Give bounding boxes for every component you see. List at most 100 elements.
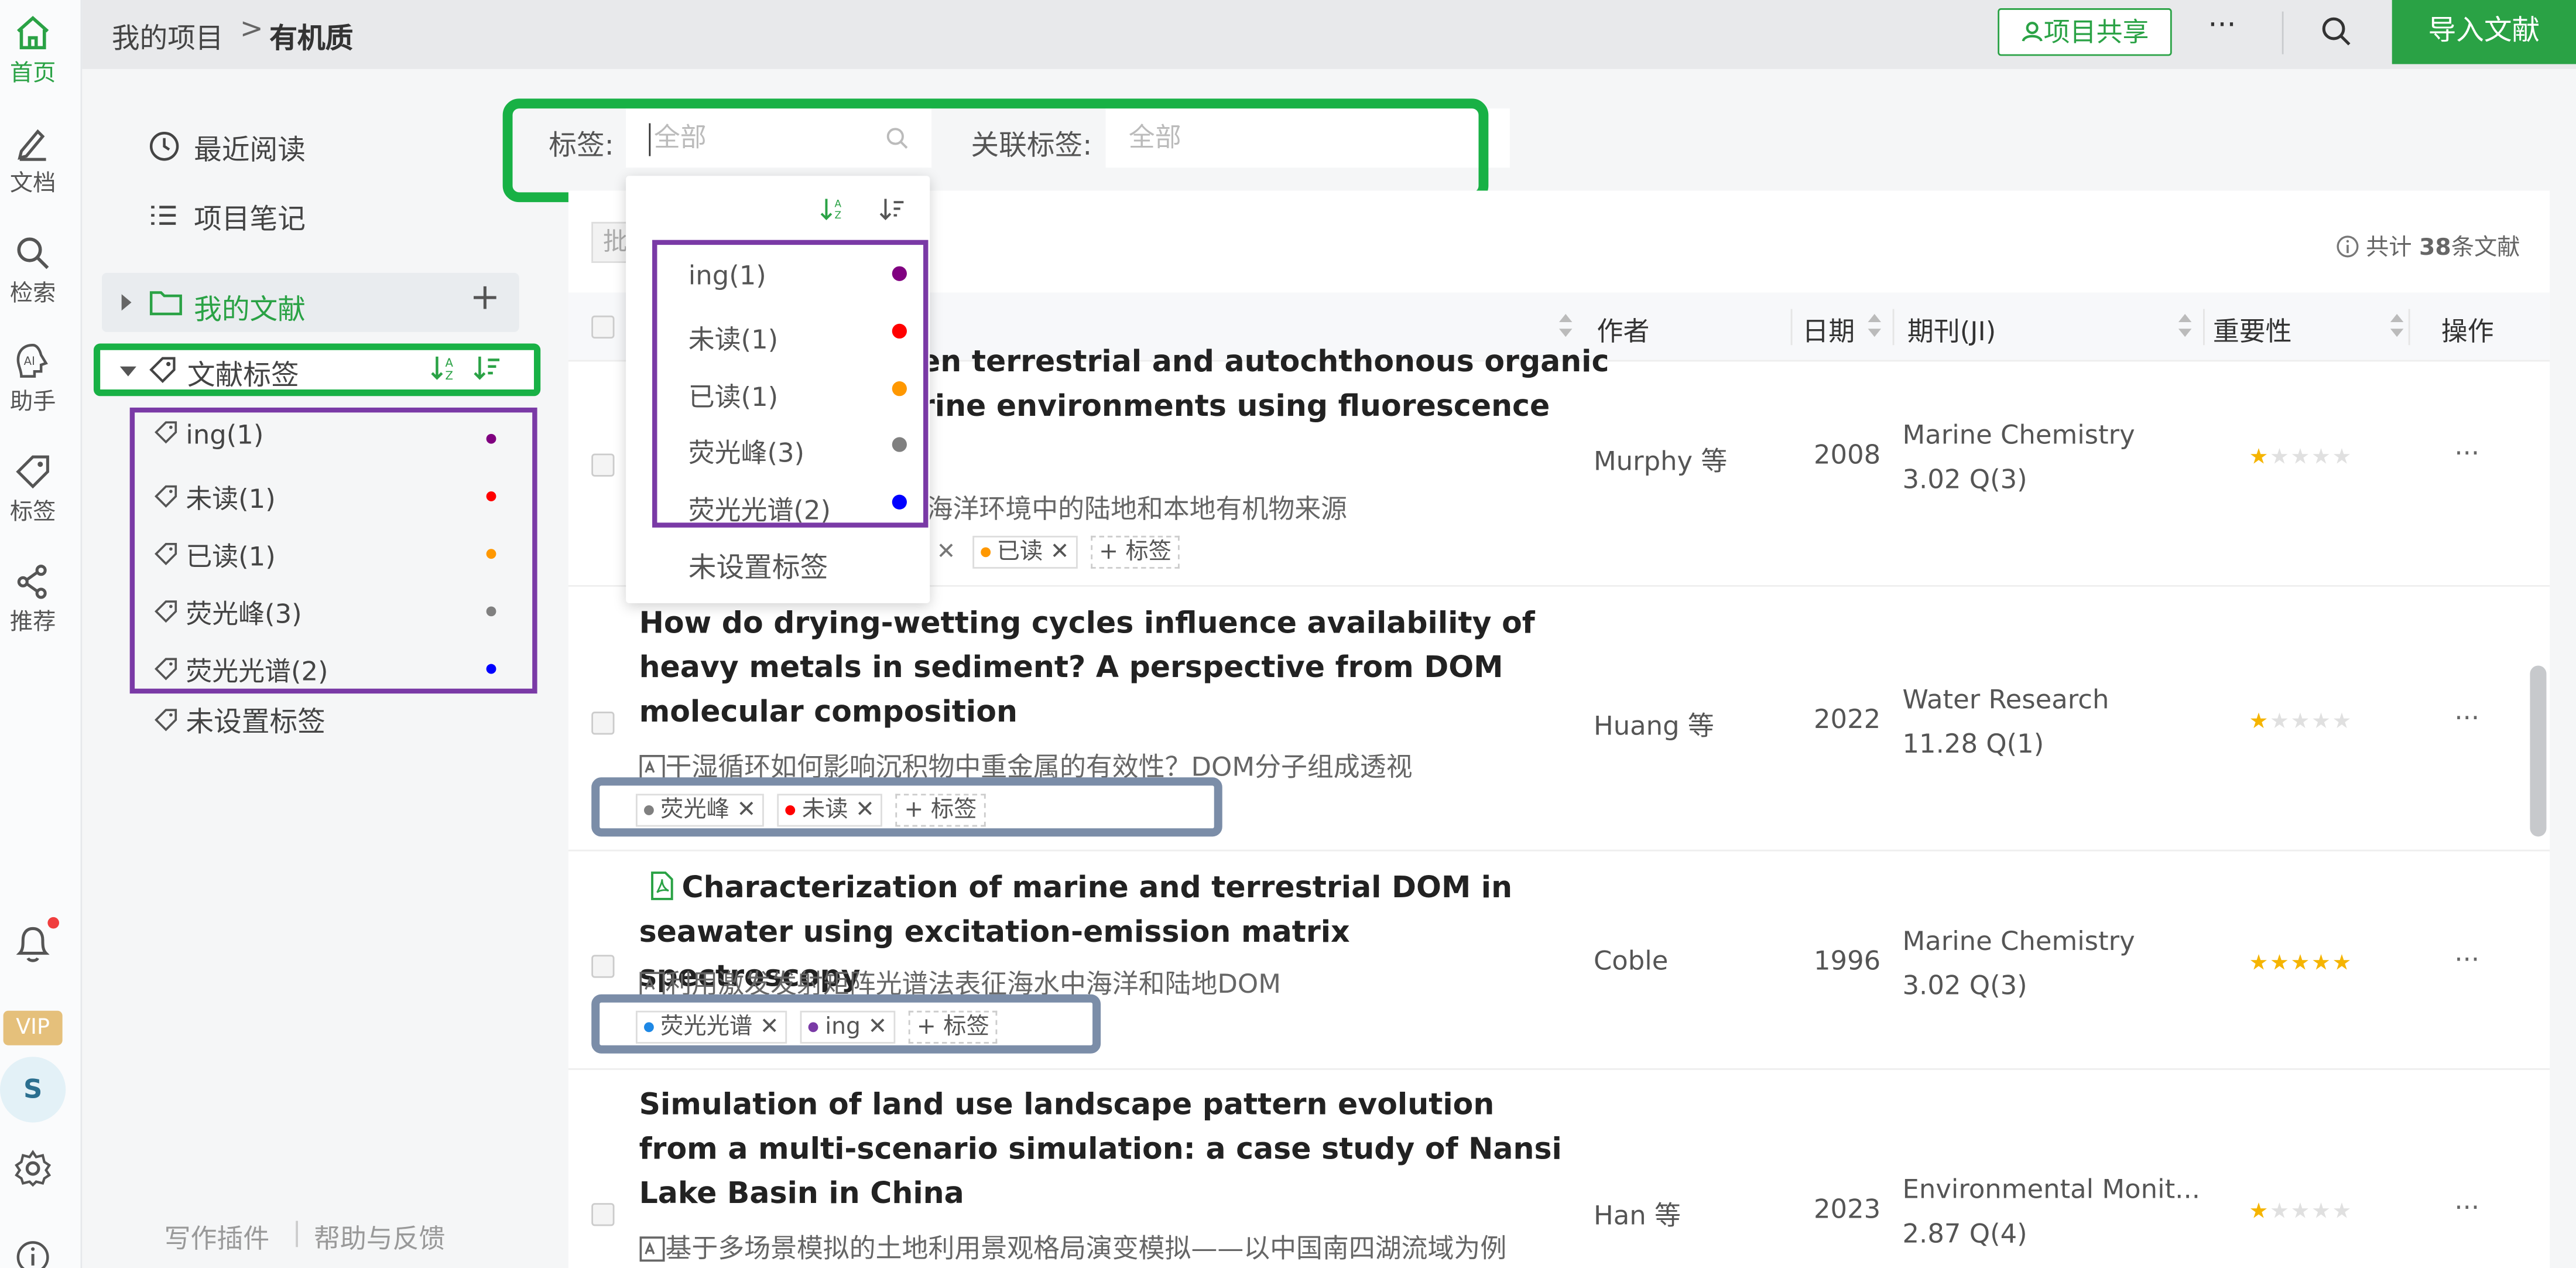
sidebar-tag-item[interactable]: 荧光光谱(2)	[155, 649, 328, 688]
star-icon[interactable]: ★	[2249, 710, 2270, 734]
tag-chip[interactable]: 荧光峰 ✕	[635, 794, 765, 827]
dropdown-tag-option[interactable]: 未读(1)	[688, 317, 778, 357]
star-icon[interactable]: ★	[2332, 952, 2354, 976]
sidebar-tag-item[interactable]: 未读(1)	[155, 477, 276, 516]
dropdown-tag-option[interactable]: ing(1)	[688, 259, 766, 290]
tag-chip[interactable]: 已读 ✕	[972, 535, 1078, 569]
star-icon[interactable]: ★	[2332, 1199, 2354, 1224]
table-row[interactable]: Characterization of marine and terrestri…	[568, 853, 2550, 1070]
column-journal[interactable]: 期刊(JI)	[1907, 309, 1996, 348]
tag-chip[interactable]: ing ✕	[800, 1010, 896, 1044]
add-folder-button[interactable]: +	[470, 278, 501, 319]
importance-stars[interactable]: ★★★★★	[2249, 445, 2354, 470]
row-journal[interactable]: Water Research 11.28 Q(1)	[1902, 677, 2109, 766]
rail-docs[interactable]: 文档	[0, 123, 66, 199]
star-icon[interactable]: ★	[2270, 1199, 2291, 1224]
rail-recommend[interactable]: 推荐	[0, 562, 66, 638]
star-icon[interactable]: ★	[2311, 710, 2332, 734]
add-tag-button[interactable]: + 标签	[896, 794, 985, 827]
sort-icon[interactable]	[2177, 309, 2193, 342]
remove-tag-icon[interactable]: ✕	[936, 539, 955, 565]
sort-icon[interactable]	[1557, 309, 1574, 342]
add-tag-button[interactable]: + 标签	[1091, 535, 1180, 569]
rail-tags[interactable]: 标签	[0, 452, 66, 528]
rail-search[interactable]: 检索	[0, 233, 66, 309]
row-more-button[interactable]: ···	[2454, 1191, 2479, 1222]
dropdown-untagged-option[interactable]: 未设置标签	[688, 544, 828, 585]
star-icon[interactable]: ★	[2332, 710, 2354, 734]
sort-list-icon[interactable]	[471, 353, 501, 383]
tag-chip[interactable]: 荧光光谱 ✕	[635, 1010, 787, 1044]
more-button[interactable]: ···	[2208, 8, 2236, 43]
column-divider	[2408, 309, 2410, 346]
star-icon[interactable]: ★	[2311, 1199, 2332, 1224]
sidebar-project-notes[interactable]: 项目笔记	[148, 196, 306, 237]
scrollbar-thumb[interactable]	[2530, 665, 2547, 837]
row-checkbox[interactable]	[591, 955, 615, 978]
rail-home[interactable]: 首页	[0, 13, 66, 88]
sidebar-tag-item[interactable]: 荧光峰(3)	[155, 592, 302, 631]
sort-list-icon[interactable]	[879, 196, 905, 222]
sidebar-recent-reading[interactable]: 最近阅读	[148, 127, 306, 168]
table-row[interactable]: How do drying-wetting cycles influence a…	[568, 588, 2550, 852]
row-title[interactable]: een terrestrial and autochthonous organi…	[900, 340, 1837, 429]
search-icon[interactable]	[2320, 15, 2352, 47]
project-share-button[interactable]: 项目共享	[1998, 8, 2172, 56]
avatar[interactable]: S	[0, 1057, 66, 1123]
sidebar-tag-item[interactable]: 已读(1)	[155, 534, 276, 573]
star-icon[interactable]: ★	[2249, 445, 2270, 470]
star-icon[interactable]: ★	[2311, 445, 2332, 470]
dropdown-tag-option[interactable]: 已读(1)	[688, 375, 778, 414]
row-more-button[interactable]: ···	[2454, 944, 2479, 975]
breadcrumb-root[interactable]: 我的项目	[112, 15, 224, 56]
star-icon[interactable]: ★	[2291, 952, 2312, 976]
import-documents-button[interactable]: 导入文献	[2392, 0, 2576, 64]
writing-plugin-link[interactable]: 写作插件	[165, 1216, 270, 1256]
star-icon[interactable]: ★	[2291, 1199, 2312, 1224]
add-tag-button[interactable]: + 标签	[908, 1010, 998, 1044]
importance-stars[interactable]: ★★★★★	[2249, 1199, 2354, 1224]
star-icon[interactable]: ★	[2270, 710, 2291, 734]
info-icon[interactable]	[15, 1239, 51, 1268]
row-journal[interactable]: Marine Chemistry 3.02 Q(3)	[1902, 919, 2135, 1008]
help-feedback-link[interactable]: 帮助与反馈	[314, 1216, 446, 1256]
star-icon[interactable]: ★	[2311, 952, 2332, 976]
sort-alpha-icon[interactable]: AZ	[429, 353, 458, 383]
sort-icon[interactable]	[2389, 309, 2405, 342]
star-icon[interactable]: ★	[2270, 952, 2291, 976]
star-icon[interactable]: ★	[2291, 710, 2312, 734]
star-icon[interactable]: ★	[2270, 445, 2291, 470]
row-checkbox[interactable]	[591, 453, 615, 477]
sort-icon[interactable]	[1866, 309, 1883, 342]
dropdown-tag-option[interactable]: 荧光峰(3)	[688, 430, 804, 470]
sort-alpha-icon[interactable]: AZ	[820, 196, 846, 222]
bell-icon[interactable]	[13, 922, 52, 965]
star-icon[interactable]: ★	[2249, 1199, 2270, 1224]
select-all-checkbox[interactable]	[591, 315, 615, 339]
vip-badge[interactable]: VIP	[3, 1010, 63, 1045]
importance-stars[interactable]: ★★★★★	[2249, 952, 2354, 976]
row-title[interactable]: How do drying-wetting cycles influence a…	[639, 601, 1575, 734]
star-icon[interactable]: ★	[2249, 952, 2270, 976]
svg-text:A: A	[835, 198, 842, 210]
dropdown-tag-option[interactable]: 荧光光谱(2)	[688, 488, 831, 527]
star-icon[interactable]: ★	[2332, 445, 2354, 470]
row-checkbox[interactable]	[591, 712, 615, 735]
sidebar-document-tags[interactable]: 文献标签 AZ	[93, 343, 541, 397]
sidebar-tag-item[interactable]: ing(1)	[155, 419, 263, 450]
table-row[interactable]: Simulation of land use landscape pattern…	[568, 1071, 2550, 1268]
sidebar-my-documents[interactable]: 我的文献 +	[101, 272, 519, 332]
row-title[interactable]: Simulation of land use landscape pattern…	[639, 1083, 1575, 1216]
rail-assistant[interactable]: AI 助手	[0, 342, 66, 418]
row-journal[interactable]: Marine Chemistry 3.02 Q(3)	[1902, 412, 2135, 501]
row-more-button[interactable]: ···	[2454, 437, 2479, 468]
row-checkbox[interactable]	[591, 1203, 615, 1226]
star-icon[interactable]: ★	[2291, 445, 2312, 470]
gear-icon[interactable]	[13, 1149, 52, 1188]
sidebar-untagged[interactable]: 未设置标签	[155, 699, 326, 740]
row-more-button[interactable]: ···	[2454, 702, 2479, 733]
row-journal[interactable]: Environmental Monit... 2.87 Q(4)	[1902, 1167, 2200, 1256]
column-importance[interactable]: 重要性	[2213, 309, 2292, 348]
importance-stars[interactable]: ★★★★★	[2249, 710, 2354, 734]
tag-chip[interactable]: 未读 ✕	[777, 794, 883, 827]
